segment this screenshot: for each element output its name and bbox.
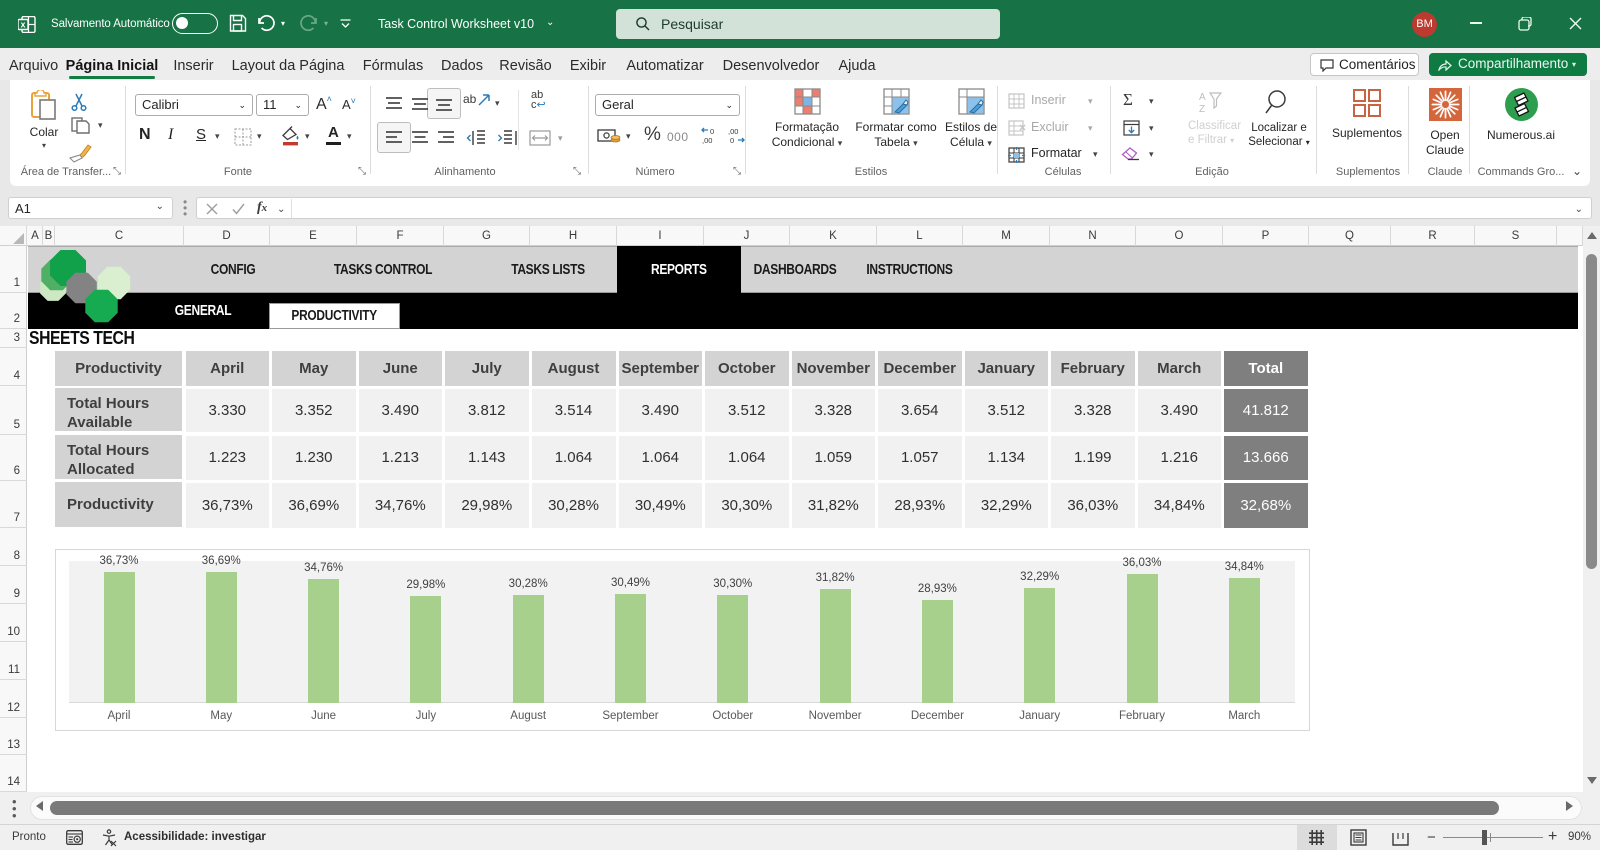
svg-text:,00: ,00 xyxy=(728,127,738,136)
svg-text:A: A xyxy=(1199,92,1206,103)
svg-text:0: 0 xyxy=(710,127,714,136)
svg-text:0: 0 xyxy=(730,136,734,145)
svg-text:,00: ,00 xyxy=(702,136,712,145)
svg-text:x: x xyxy=(20,20,25,30)
svg-text:Z: Z xyxy=(1199,104,1205,114)
